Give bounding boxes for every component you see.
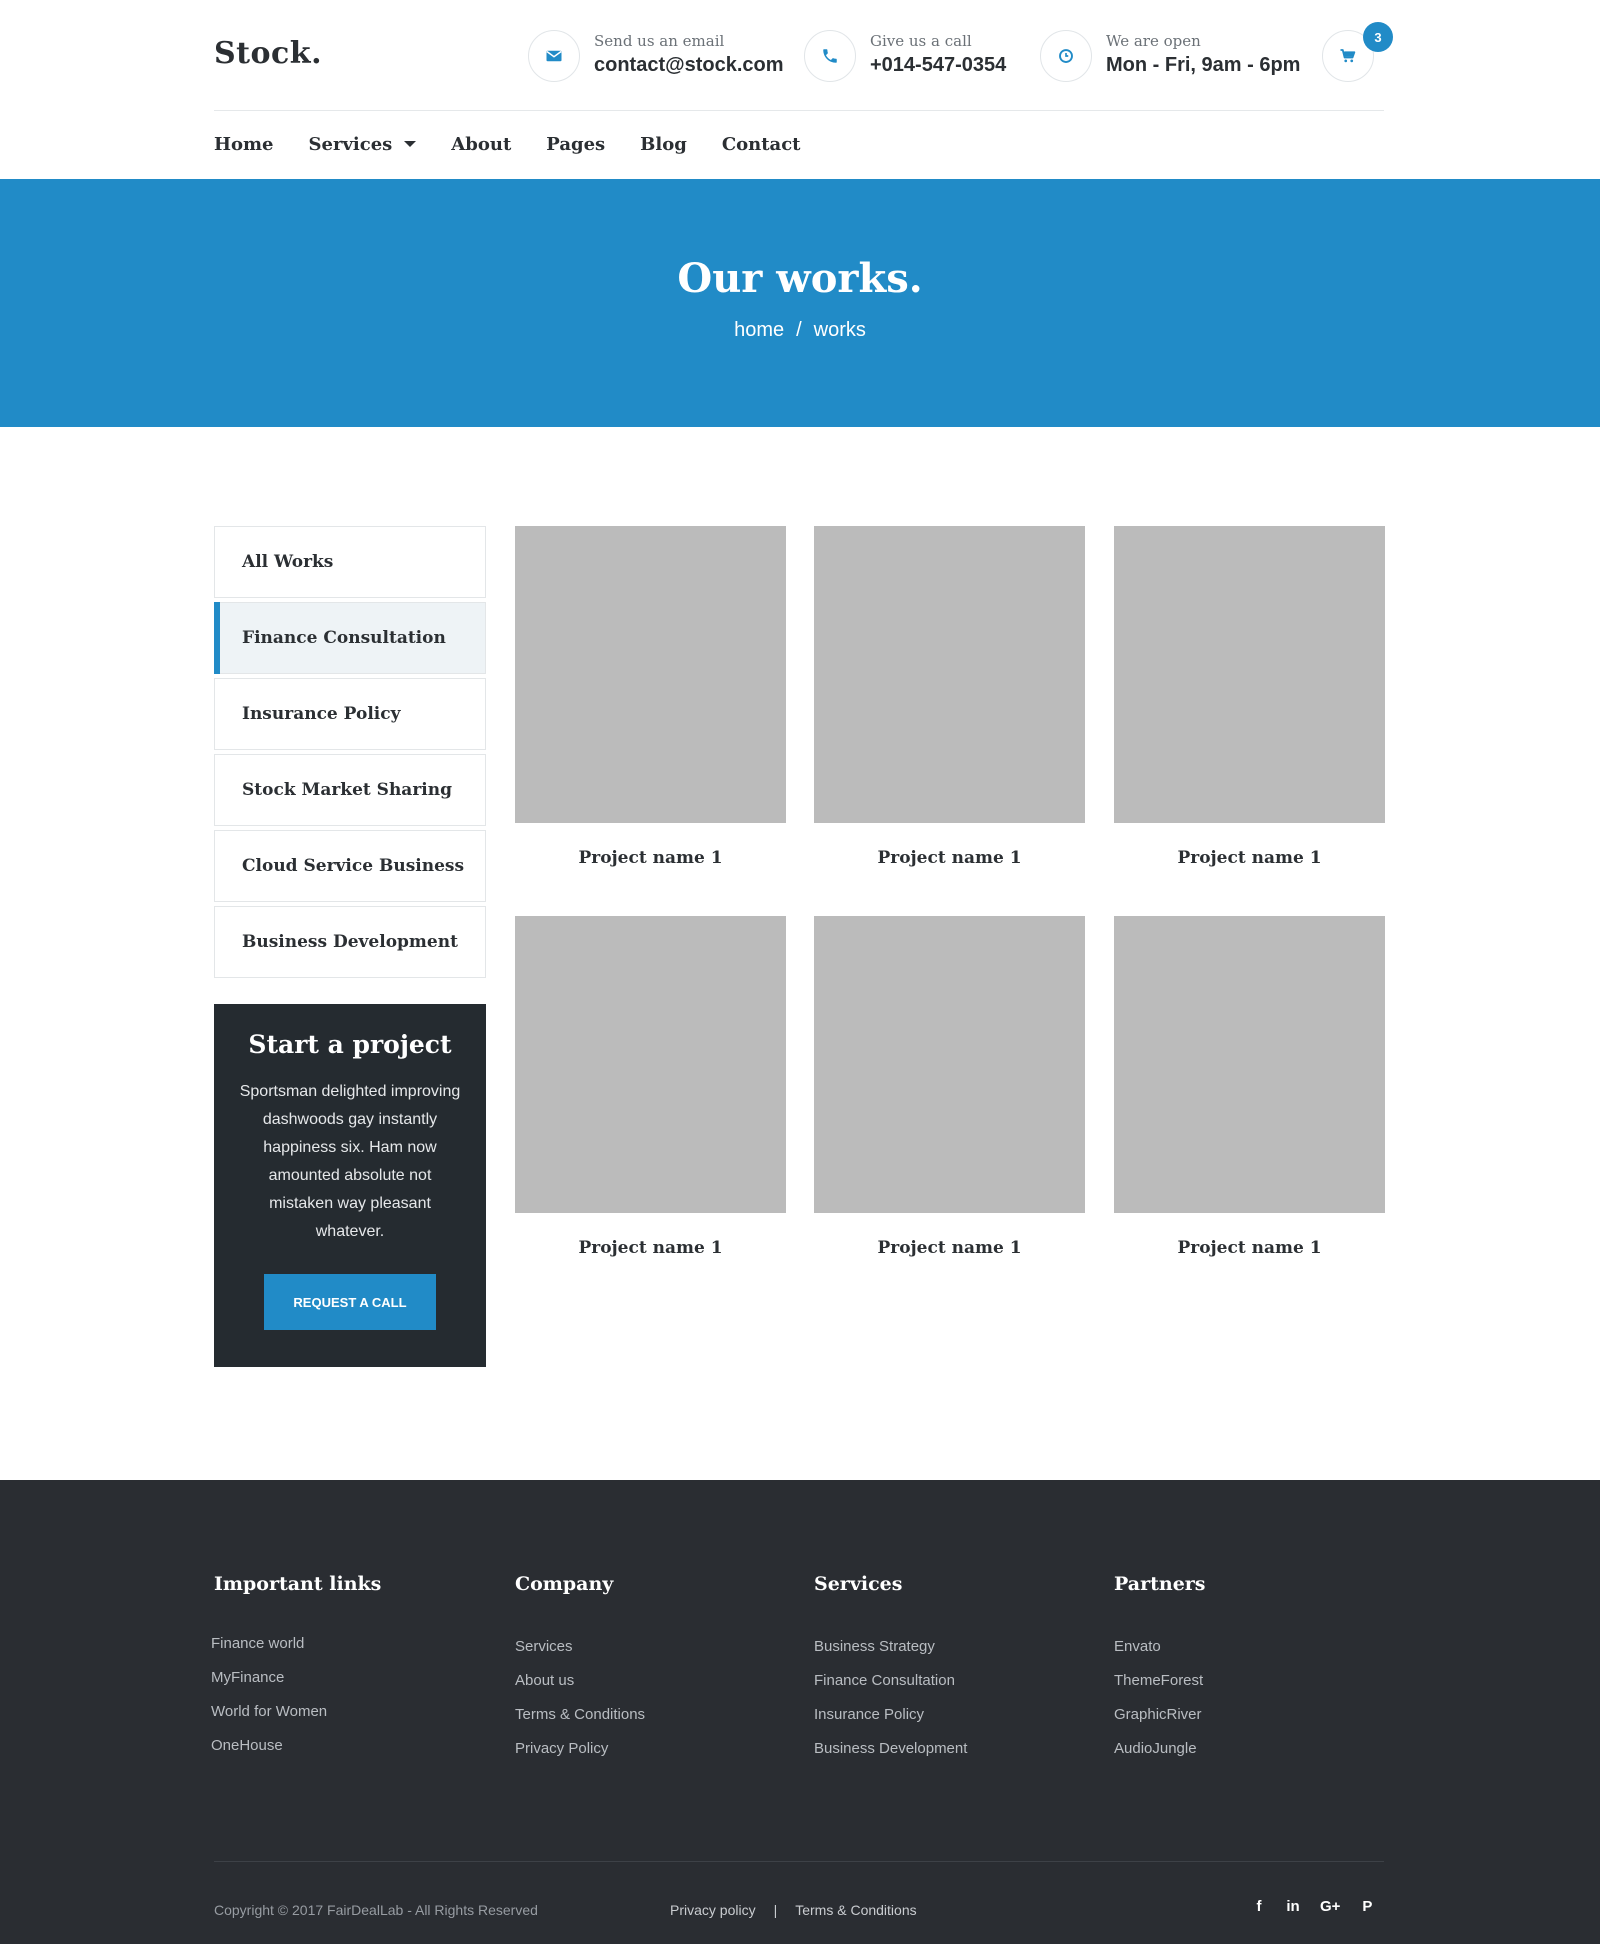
- footer-column-title: Important links: [214, 1573, 382, 1595]
- footer-link[interactable]: Services: [515, 1638, 645, 1672]
- work-name[interactable]: Project name 1: [814, 848, 1085, 868]
- work-name[interactable]: Project name 1: [814, 1238, 1085, 1258]
- work-thumbnail[interactable]: [814, 916, 1085, 1213]
- work-item[interactable]: Project name 1: [515, 916, 786, 1258]
- breadcrumb: home / works: [0, 319, 1600, 342]
- site-footer: Important links Finance world MyFinance …: [0, 1480, 1600, 1944]
- main-nav: Home Services About Pages Blog Contact: [214, 131, 835, 157]
- category-all-works[interactable]: All Works: [214, 526, 486, 598]
- work-item[interactable]: Project name 1: [814, 526, 1085, 868]
- footer-link[interactable]: Business Development: [814, 1740, 967, 1774]
- category-insurance-policy[interactable]: Insurance Policy: [214, 678, 486, 750]
- copyright-text: Copyright © 2017 FairDealLab - All Right…: [214, 1902, 538, 1918]
- nav-about[interactable]: About: [451, 131, 511, 157]
- header-top-bar: Stock. Send us an email contact@stock.co…: [214, 0, 1393, 111]
- cart-count-badge: 3: [1363, 22, 1393, 52]
- nav-blog[interactable]: Blog: [640, 131, 687, 157]
- work-name[interactable]: Project name 1: [1114, 848, 1385, 868]
- breadcrumb-home[interactable]: home: [734, 319, 784, 342]
- breadcrumb-current: works: [813, 319, 866, 341]
- start-project-title: Start a project: [248, 1030, 452, 1059]
- page-title: Our works.: [677, 255, 923, 302]
- footer-bottom-links: Privacy policy | Terms & Conditions: [670, 1902, 917, 1918]
- footer-link[interactable]: MyFinance: [211, 1669, 381, 1703]
- nav-home[interactable]: Home: [214, 131, 274, 157]
- contact-email-value[interactable]: contact@stock.com: [594, 54, 784, 77]
- page-hero: Our works. home / works: [0, 179, 1600, 427]
- footer-column-title: Partners: [1114, 1573, 1206, 1595]
- footer-link-separator: |: [773, 1902, 778, 1918]
- category-filter-list: All Works Finance Consultation Insurance…: [214, 526, 486, 982]
- breadcrumb-separator: /: [796, 319, 802, 341]
- work-item[interactable]: Project name 1: [1114, 526, 1385, 868]
- start-project-text: Sportsman delighted improving dashwoods …: [239, 1083, 461, 1240]
- footer-column-company: Company Services About us Terms & Condit…: [515, 1573, 645, 1774]
- work-name[interactable]: Project name 1: [515, 848, 786, 868]
- footer-column-title: Company: [515, 1573, 614, 1595]
- contact-email-label: Send us an email: [594, 32, 725, 50]
- footer-column-partners: Partners Envato ThemeForest GraphicRiver…: [1114, 1573, 1205, 1774]
- footer-link[interactable]: Business Strategy: [814, 1638, 967, 1672]
- pinterest-icon[interactable]: P: [1360, 1898, 1374, 1915]
- google-plus-icon[interactable]: G+: [1320, 1898, 1340, 1915]
- terms-conditions-link[interactable]: Terms & Conditions: [795, 1902, 916, 1918]
- facebook-icon[interactable]: f: [1252, 1898, 1266, 1915]
- footer-column-services: Services Business Strategy Finance Consu…: [814, 1573, 967, 1774]
- footer-column-important-links: Important links Finance world MyFinance …: [211, 1573, 382, 1771]
- request-call-button[interactable]: REQUEST A CALL: [264, 1274, 436, 1330]
- work-thumbnail[interactable]: [1114, 916, 1385, 1213]
- linkedin-icon[interactable]: in: [1286, 1898, 1300, 1915]
- footer-link[interactable]: Terms & Conditions: [515, 1706, 645, 1740]
- footer-column-title: Services: [814, 1573, 903, 1595]
- social-links: f in G+ P: [1252, 1898, 1374, 1915]
- category-cloud-service-business[interactable]: Cloud Service Business: [214, 830, 486, 902]
- nav-contact[interactable]: Contact: [722, 131, 801, 157]
- cart-icon: [1339, 47, 1357, 65]
- contact-hours-label: We are open: [1106, 32, 1201, 50]
- work-item[interactable]: Project name 1: [1114, 916, 1385, 1258]
- envelope-icon: [528, 30, 580, 82]
- contact-phone-value[interactable]: +014-547-0354: [870, 54, 1006, 77]
- footer-link[interactable]: World for Women: [211, 1703, 381, 1737]
- footer-divider: [214, 1861, 1384, 1862]
- phone-icon: [804, 30, 856, 82]
- work-thumbnail[interactable]: [1114, 526, 1385, 823]
- category-stock-market-sharing[interactable]: Stock Market Sharing: [214, 754, 486, 826]
- privacy-policy-link[interactable]: Privacy policy: [670, 1902, 756, 1918]
- footer-link[interactable]: AudioJungle: [1114, 1740, 1205, 1774]
- contact-hours-value: Mon - Fri, 9am - 6pm: [1106, 54, 1301, 76]
- footer-link[interactable]: Finance Consultation: [814, 1672, 967, 1706]
- work-item[interactable]: Project name 1: [814, 916, 1085, 1258]
- footer-link[interactable]: Insurance Policy: [814, 1706, 967, 1740]
- work-name[interactable]: Project name 1: [1114, 1238, 1385, 1258]
- clock-icon: [1040, 30, 1092, 82]
- category-business-development[interactable]: Business Development: [214, 906, 486, 978]
- work-thumbnail[interactable]: [515, 526, 786, 823]
- category-finance-consultation[interactable]: Finance Consultation: [214, 602, 486, 674]
- site-header: Stock. Send us an email contact@stock.co…: [0, 0, 1600, 179]
- nav-services[interactable]: Services: [309, 131, 417, 157]
- work-name[interactable]: Project name 1: [515, 1238, 786, 1258]
- footer-link[interactable]: About us: [515, 1672, 645, 1706]
- footer-link[interactable]: Envato: [1114, 1638, 1205, 1672]
- work-thumbnail[interactable]: [515, 916, 786, 1213]
- footer-link[interactable]: Finance world: [211, 1635, 381, 1669]
- start-project-card: Start a project Sportsman delighted impr…: [214, 1004, 486, 1367]
- footer-link[interactable]: ThemeForest: [1114, 1672, 1205, 1706]
- footer-link[interactable]: Privacy Policy: [515, 1740, 645, 1774]
- logo[interactable]: Stock.: [214, 36, 322, 71]
- work-thumbnail[interactable]: [814, 526, 1085, 823]
- nav-services-label: Services: [308, 133, 393, 155]
- cart-button[interactable]: 3: [1322, 22, 1393, 82]
- contact-phone-label: Give us a call: [870, 32, 972, 50]
- footer-link[interactable]: OneHouse: [211, 1737, 381, 1771]
- chevron-down-icon: [404, 141, 417, 147]
- footer-link[interactable]: GraphicRiver: [1114, 1706, 1205, 1740]
- nav-pages[interactable]: Pages: [546, 131, 605, 157]
- work-item[interactable]: Project name 1: [515, 526, 786, 868]
